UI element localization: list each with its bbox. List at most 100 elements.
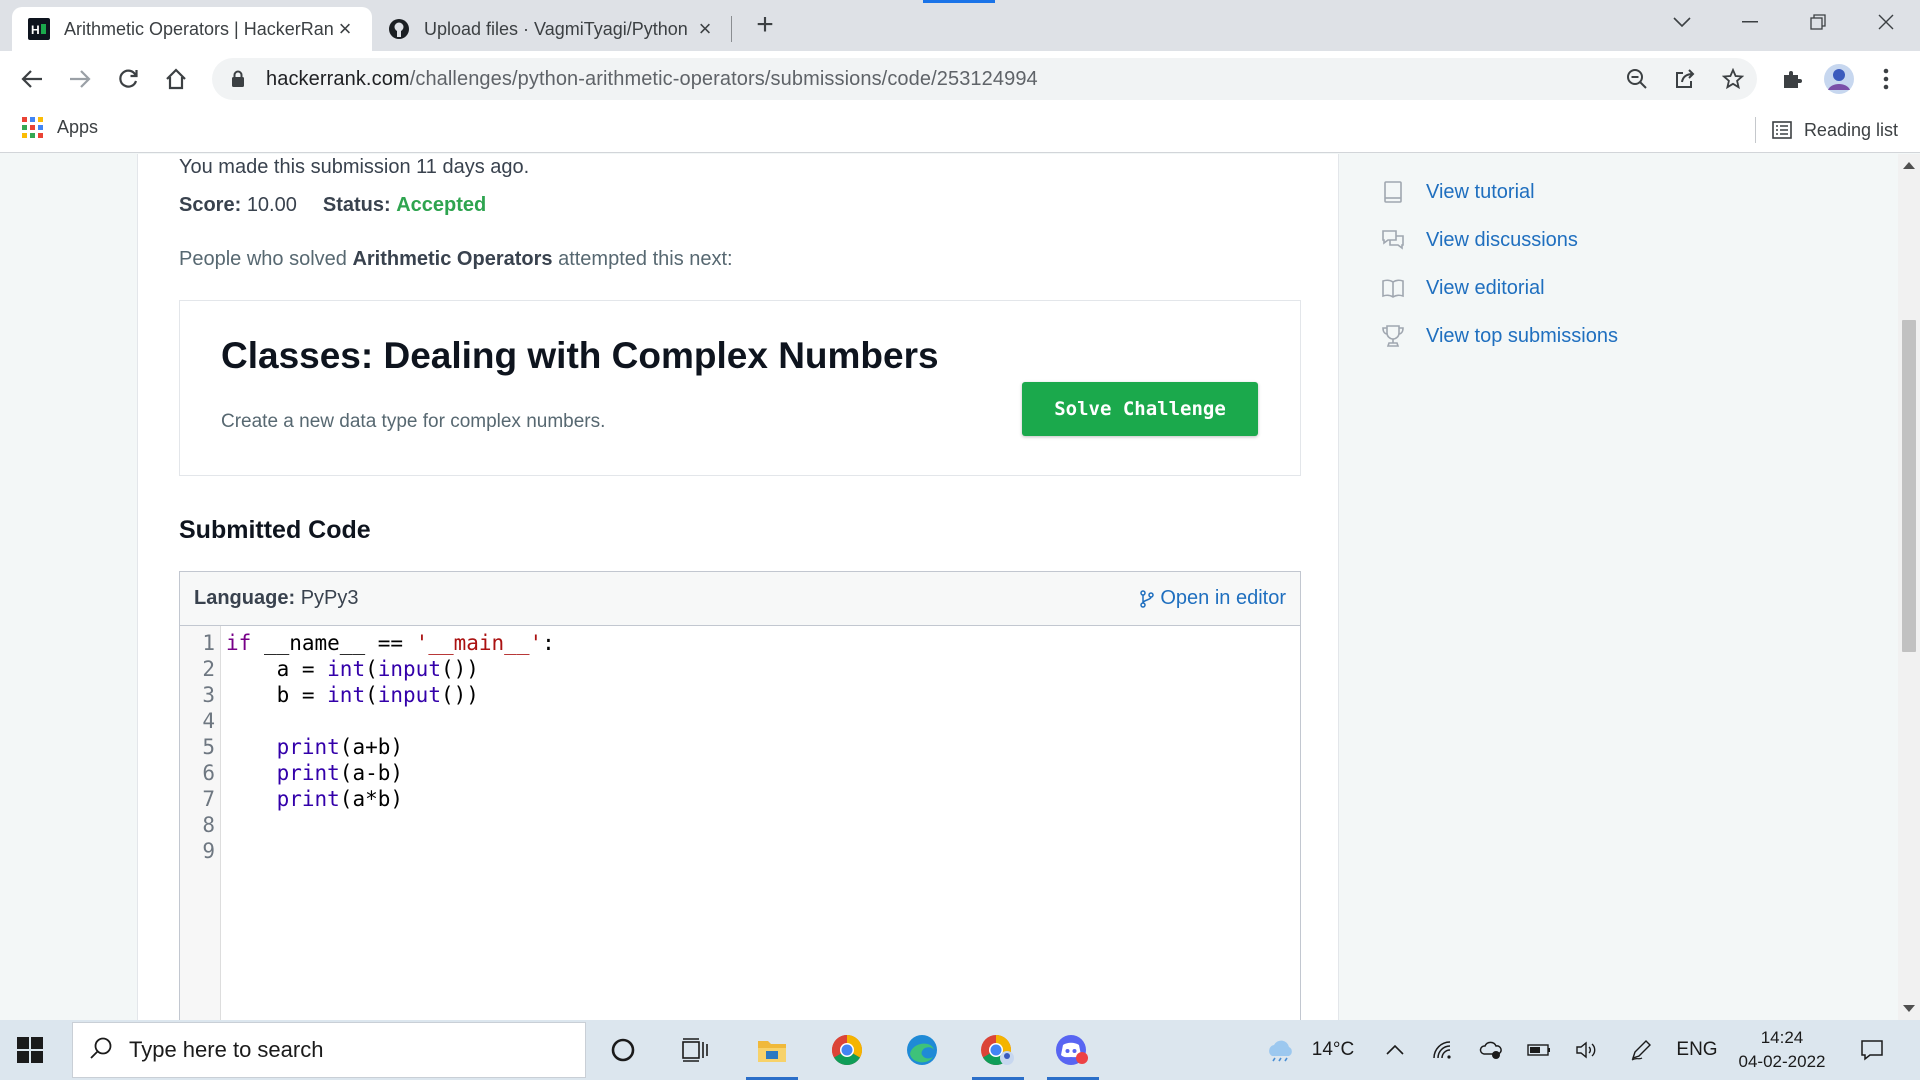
- share-icon[interactable]: [1661, 68, 1709, 90]
- profile-avatar[interactable]: [1819, 59, 1859, 99]
- temperature-text[interactable]: 14°C: [1306, 1020, 1360, 1080]
- restore-button[interactable]: [1784, 0, 1852, 44]
- chevron-up-icon[interactable]: [1380, 1020, 1410, 1080]
- line-number: 8: [202, 813, 215, 837]
- wifi-icon[interactable]: [1428, 1020, 1458, 1080]
- bookmark-star-icon[interactable]: [1709, 68, 1757, 90]
- code-body[interactable]: 1 2 3 4 5 6 7 8 9 if __name__ == '__main…: [180, 626, 1300, 1020]
- language-label: Language:: [194, 587, 296, 609]
- apps-shortcut[interactable]: Apps: [22, 117, 98, 138]
- address-bar[interactable]: hackerrank.com/challenges/python-arithme…: [212, 58, 1757, 100]
- discord-icon[interactable]: [1043, 1020, 1103, 1080]
- line-number: 1: [202, 631, 215, 655]
- view-editorial-link[interactable]: View editorial: [1380, 264, 1618, 312]
- taskbar-search-box[interactable]: Type here to search: [72, 1022, 586, 1078]
- tab-hackerrank[interactable]: H Arithmetic Operators | HackerRank ×: [12, 7, 372, 51]
- scroll-down-arrow-icon[interactable]: [1903, 1005, 1915, 1012]
- next-challenge-title[interactable]: Classes: Dealing with Complex Numbers: [221, 335, 939, 377]
- code-header: Language: PyPy3 Open in editor: [180, 572, 1300, 626]
- view-discussions-link[interactable]: View discussions: [1380, 216, 1618, 264]
- close-tab-icon[interactable]: ×: [334, 16, 356, 42]
- code-line: print(a*b): [276, 787, 404, 811]
- input-language[interactable]: ENG: [1672, 1020, 1722, 1080]
- view-top-submissions-link[interactable]: View top submissions: [1380, 312, 1618, 360]
- weather-icon[interactable]: [1262, 1020, 1298, 1080]
- page-viewport: You made this submission 11 days ago. Sc…: [0, 154, 1898, 1020]
- tab-indicator: [923, 0, 995, 3]
- windows-start-icon[interactable]: [14, 1034, 46, 1066]
- url-path: /challenges/python-arithmetic-operators/…: [409, 67, 1038, 90]
- forward-arrow-icon[interactable]: [62, 61, 98, 97]
- zoom-icon[interactable]: [1613, 68, 1661, 90]
- open-in-editor-link[interactable]: Open in editor: [1140, 587, 1286, 610]
- close-tab-icon[interactable]: ×: [694, 16, 716, 42]
- next-challenge-description: Create a new data type for complex numbe…: [221, 411, 606, 432]
- home-icon[interactable]: [158, 61, 194, 97]
- reading-list-icon: [1772, 121, 1792, 139]
- bookmark-separator: [1754, 117, 1756, 143]
- extensions-puzzle-icon[interactable]: [1772, 59, 1812, 99]
- volume-icon[interactable]: [1572, 1020, 1602, 1080]
- score-value: 10.00: [246, 194, 297, 216]
- chrome-taskbar-icon[interactable]: [817, 1020, 877, 1080]
- tab-search-chevron-icon[interactable]: [1648, 0, 1716, 44]
- minimize-button[interactable]: [1716, 0, 1784, 44]
- file-explorer-icon[interactable]: [742, 1020, 802, 1080]
- task-view-icon[interactable]: [665, 1020, 725, 1080]
- svg-text:H: H: [31, 23, 40, 37]
- edge-icon[interactable]: [892, 1020, 952, 1080]
- reload-icon[interactable]: [110, 61, 146, 97]
- people-prefix: People who solved: [179, 248, 353, 270]
- github-favicon-icon: [388, 18, 410, 40]
- status-label: Status:: [322, 194, 391, 216]
- pen-icon[interactable]: [1626, 1020, 1656, 1080]
- onedrive-icon[interactable]: [1476, 1020, 1506, 1080]
- editorial-icon: [1380, 275, 1406, 301]
- challenge-sidebar: View tutorial View discussions View edit…: [1380, 168, 1618, 360]
- score-label: Score:: [179, 194, 242, 216]
- taskbar-clock[interactable]: 14:24 04-02-2022: [1732, 1026, 1832, 1074]
- line-number: 3: [202, 683, 215, 707]
- window-controls: [1648, 0, 1920, 44]
- view-discussions-label: View discussions: [1426, 228, 1578, 251]
- code-line: if __name__ == '__main__':: [226, 631, 555, 655]
- bookmarks-bar: Apps Reading list: [0, 105, 1920, 153]
- browser-toolbar: hackerrank.com/challenges/python-arithme…: [0, 51, 1920, 105]
- apps-label: Apps: [57, 117, 99, 137]
- tab-title: Upload files · VagmiTyagi/Python: [424, 18, 688, 39]
- view-top-submissions-label: View top submissions: [1426, 324, 1618, 347]
- cortana-icon[interactable]: [593, 1020, 653, 1080]
- view-tutorial-link[interactable]: View tutorial: [1380, 168, 1618, 216]
- submitted-code-heading: Submitted Code: [179, 516, 371, 544]
- line-number: 5: [202, 735, 215, 759]
- apps-grid-icon: [22, 117, 43, 138]
- branch-icon: [1140, 589, 1155, 608]
- next-attempted-text: People who solved Arithmetic Operators a…: [179, 248, 733, 271]
- submission-time-text: You made this submission 11 days ago.: [179, 156, 530, 178]
- status: Status: Accepted: [323, 194, 486, 217]
- lock-icon[interactable]: [228, 69, 248, 89]
- line-number: 7: [202, 787, 215, 811]
- notifications-icon[interactable]: [1852, 1020, 1892, 1080]
- chrome-profile-taskbar-icon[interactable]: [968, 1020, 1028, 1080]
- language-info: Language: PyPy3: [194, 587, 359, 610]
- clock-date: 04-02-2022: [1738, 1052, 1826, 1071]
- back-arrow-icon[interactable]: [14, 61, 50, 97]
- open-in-editor-label: Open in editor: [1160, 587, 1286, 609]
- new-tab-button[interactable]: +: [747, 8, 783, 44]
- solved-challenge-name: Arithmetic Operators: [352, 248, 553, 270]
- search-icon: [89, 1036, 113, 1065]
- scrollbar-thumb[interactable]: [1902, 320, 1916, 652]
- reading-list-button[interactable]: Reading list: [1754, 117, 1898, 143]
- browser-tabstrip: H Arithmetic Operators | HackerRank × Up…: [0, 0, 1920, 51]
- discussions-icon: [1380, 227, 1406, 253]
- chrome-menu-icon[interactable]: [1866, 59, 1906, 99]
- scroll-up-arrow-icon[interactable]: [1903, 162, 1915, 169]
- tab-separator: [731, 16, 732, 42]
- battery-icon[interactable]: [1524, 1020, 1554, 1080]
- tab-github[interactable]: Upload files · VagmiTyagi/Python ×: [372, 7, 732, 51]
- close-window-button[interactable]: [1852, 0, 1920, 44]
- solve-challenge-button[interactable]: Solve Challenge: [1022, 382, 1258, 436]
- next-challenge-card: Classes: Dealing with Complex Numbers Cr…: [179, 300, 1301, 476]
- page-scrollbar[interactable]: [1898, 154, 1920, 1020]
